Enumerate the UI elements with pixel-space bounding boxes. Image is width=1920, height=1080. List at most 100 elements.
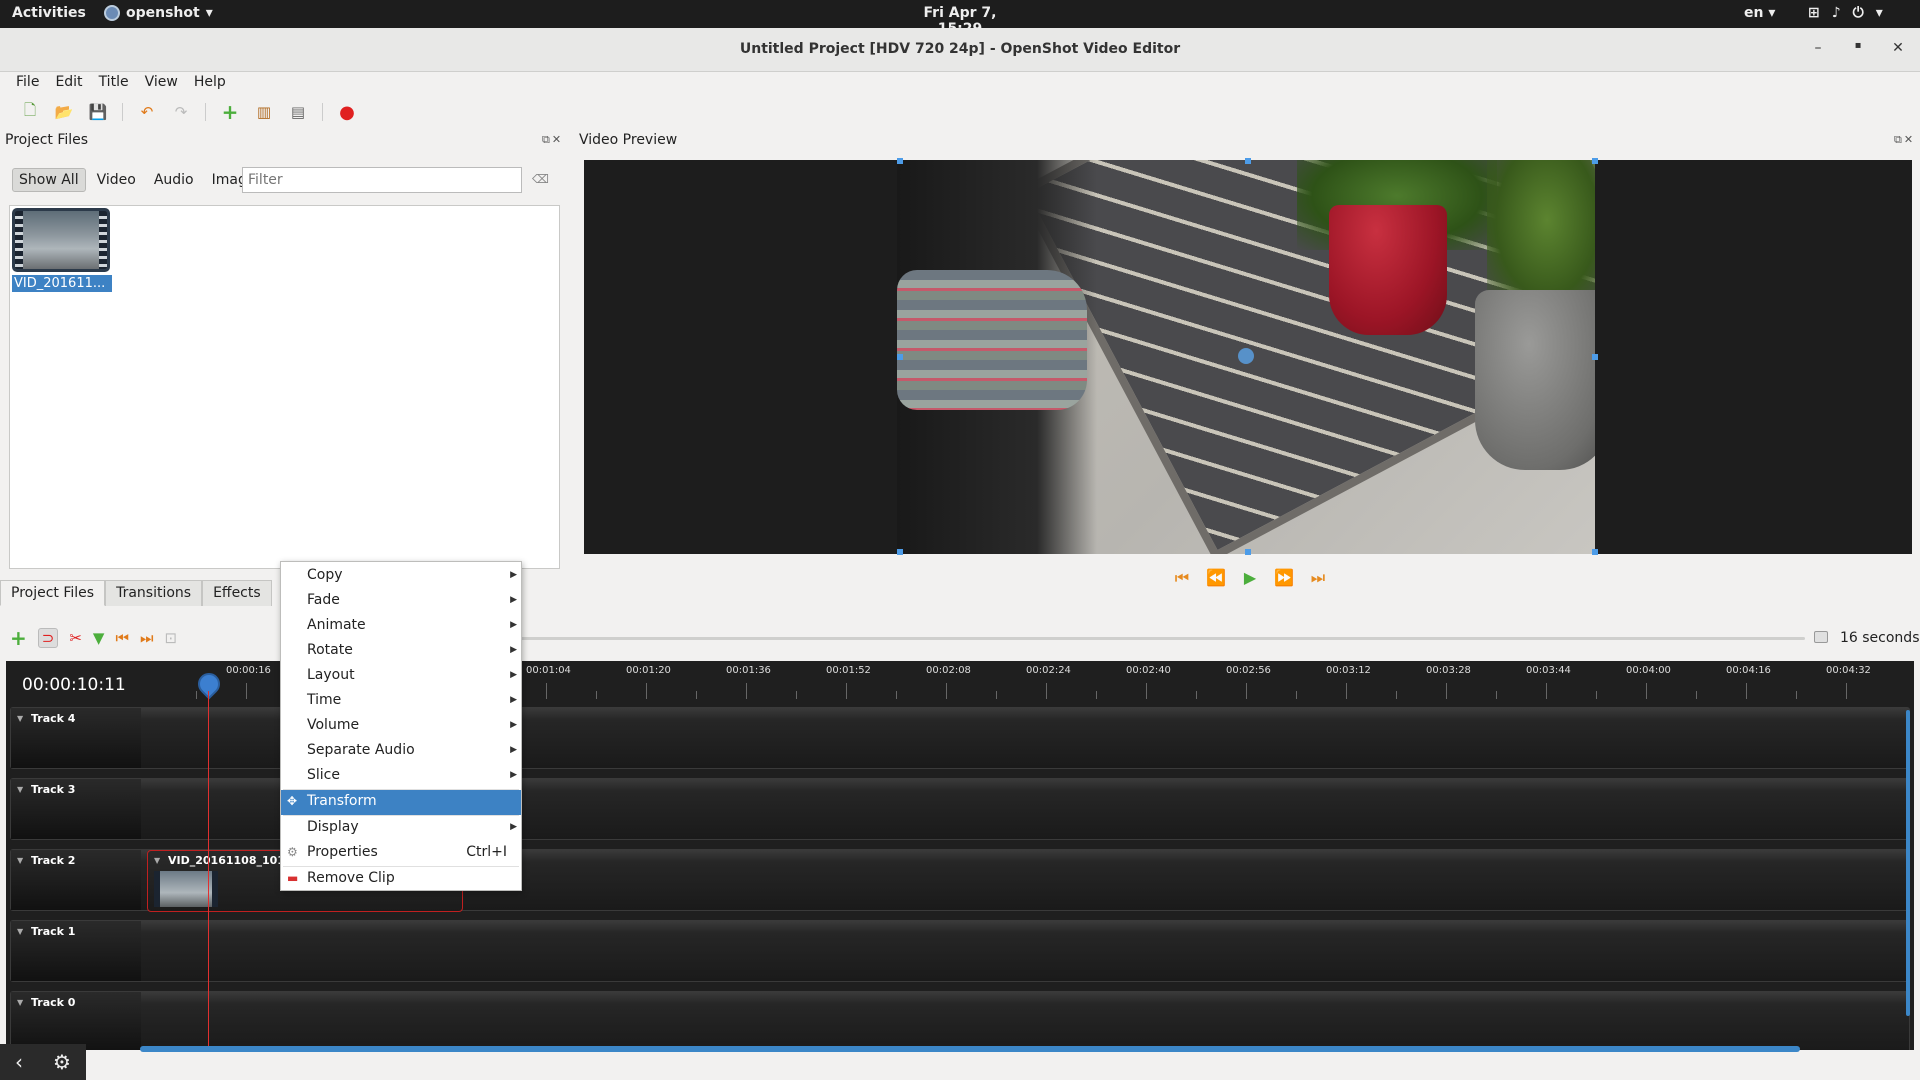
project-file-item[interactable]: VID_201611... xyxy=(12,208,112,292)
menu-item-fade[interactable]: Fade ▶ xyxy=(281,589,521,614)
tab-transitions[interactable]: Transitions xyxy=(105,580,203,606)
back-arrow-icon[interactable]: ‹ xyxy=(15,1050,23,1074)
open-project-icon[interactable]: 📂 xyxy=(54,102,74,122)
ruler-tick xyxy=(546,683,547,699)
close-button[interactable]: ✕ xyxy=(1888,40,1908,60)
play-icon[interactable]: ▶ xyxy=(1240,568,1260,588)
maximize-button[interactable]: ▪ xyxy=(1848,40,1868,60)
clear-filter-icon[interactable]: ⌫ xyxy=(532,172,549,186)
collapse-icon[interactable]: ▼ xyxy=(17,998,23,1007)
transform-center-handle[interactable] xyxy=(1238,348,1254,364)
snapping-icon[interactable]: ⊃ xyxy=(37,628,59,648)
menu-item-separate-audio[interactable]: Separate Audio ▶ xyxy=(281,739,521,764)
add-marker-icon[interactable]: ▼ xyxy=(93,629,105,647)
menu-item-time[interactable]: Time ▶ xyxy=(281,689,521,714)
tab-effects[interactable]: Effects xyxy=(202,580,272,606)
track-header[interactable]: ▼ Track 2 xyxy=(11,850,141,910)
track-header[interactable]: ▼ Track 0 xyxy=(11,992,141,1050)
menu-item-volume[interactable]: Volume ▶ xyxy=(281,714,521,739)
app-menu[interactable]: openshot ▾ xyxy=(104,5,213,21)
zoom-slider[interactable] xyxy=(520,637,1805,640)
transform-handle[interactable] xyxy=(897,158,903,164)
ruler-subtick xyxy=(1496,691,1497,699)
track-header[interactable]: ▼ Track 3 xyxy=(11,779,141,839)
transform-handle[interactable] xyxy=(1245,158,1251,164)
filter-input[interactable] xyxy=(242,167,522,193)
system-status-menu[interactable]: ⊞ ♪ ⏻ ▾ xyxy=(1808,5,1883,21)
menu-item-layout[interactable]: Layout ▶ xyxy=(281,664,521,689)
jump-to-end-icon[interactable]: ⏭ xyxy=(1308,568,1328,588)
project-files-list[interactable]: VID_201611... xyxy=(9,205,560,569)
import-files-icon[interactable]: + xyxy=(220,100,240,124)
fullscreen-icon[interactable]: ▤ xyxy=(288,102,308,122)
menu-title[interactable]: Title xyxy=(91,72,137,94)
menu-item-rotate[interactable]: Rotate ▶ xyxy=(281,639,521,664)
track-header[interactable]: ▼ Track 4 xyxy=(11,708,141,768)
collapse-icon[interactable]: ▼ xyxy=(17,856,23,865)
gear-icon[interactable]: ⚙ xyxy=(53,1050,71,1074)
razor-icon[interactable]: ✂ xyxy=(69,629,82,647)
center-timeline-icon[interactable]: ⊡ xyxy=(165,629,178,647)
rewind-icon[interactable]: ⏪ xyxy=(1206,568,1226,588)
menu-item-label: Remove Clip xyxy=(307,870,395,886)
collapse-icon[interactable]: ▼ xyxy=(17,927,23,936)
redo-icon[interactable]: ↷ xyxy=(171,102,191,122)
menu-file[interactable]: File xyxy=(8,72,47,94)
menu-item-remove-clip[interactable]: ▬ Remove Clip xyxy=(281,867,521,892)
filter-audio[interactable]: Audio xyxy=(147,168,201,192)
ruler-tick-label: 00:03:44 xyxy=(1526,665,1571,676)
transform-handle[interactable] xyxy=(1592,354,1598,360)
dock-float-close-icons[interactable]: ⧉✕ xyxy=(1894,133,1915,147)
add-track-icon[interactable]: + xyxy=(10,626,27,650)
menu-item-properties[interactable]: ⚙ Properties Ctrl+I xyxy=(281,841,521,866)
playhead-handle[interactable] xyxy=(193,668,225,700)
menu-view[interactable]: View xyxy=(137,72,186,94)
clip-menu-icon[interactable]: ▼ xyxy=(154,856,160,865)
ruler-subtick xyxy=(1596,691,1597,699)
activities-button[interactable]: Activities xyxy=(12,5,86,21)
jump-to-start-icon[interactable]: ⏮ xyxy=(1172,568,1192,588)
transform-handle[interactable] xyxy=(1592,549,1598,555)
minimize-button[interactable]: – xyxy=(1808,40,1828,60)
timeline-horizontal-scrollbar[interactable] xyxy=(140,1046,1800,1052)
transform-handle[interactable] xyxy=(897,354,903,360)
collapse-icon[interactable]: ▼ xyxy=(17,714,23,723)
track-name: Track 1 xyxy=(31,925,76,938)
menu-help[interactable]: Help xyxy=(186,72,234,94)
ruler-tick-label: 00:00:16 xyxy=(226,665,271,676)
profile-icon[interactable]: ▥ xyxy=(254,102,274,122)
undo-icon[interactable]: ↶ xyxy=(137,102,157,122)
previous-marker-icon[interactable]: ⏮ xyxy=(115,629,129,647)
track-name: Track 0 xyxy=(31,996,76,1009)
menu-item-transform[interactable]: ✥ Transform xyxy=(281,790,521,815)
menu-edit[interactable]: Edit xyxy=(47,72,90,94)
export-video-icon[interactable]: ● xyxy=(337,102,357,123)
menu-item-copy[interactable]: Copy ▶ xyxy=(281,564,521,589)
transform-handle[interactable] xyxy=(1245,549,1251,555)
menu-item-label: Volume xyxy=(307,717,360,733)
track-0[interactable]: ▼ Track 0 xyxy=(10,991,1910,1050)
filter-show-all[interactable]: Show All xyxy=(12,168,86,192)
video-content xyxy=(897,270,1087,410)
submenu-arrow-icon: ▶ xyxy=(510,595,517,605)
transform-handle[interactable] xyxy=(897,549,903,555)
filter-video[interactable]: Video xyxy=(90,168,143,192)
tab-project-files[interactable]: Project Files xyxy=(0,580,106,606)
remove-icon: ▬ xyxy=(287,871,299,885)
menu-item-animate[interactable]: Animate ▶ xyxy=(281,614,521,639)
track-1[interactable]: ▼ Track 1 xyxy=(10,920,1910,982)
timeline-vertical-scrollbar[interactable] xyxy=(1906,710,1910,1016)
fast-forward-icon[interactable]: ⏩ xyxy=(1274,568,1294,588)
menu-item-slice[interactable]: Slice ▶ xyxy=(281,764,521,789)
collapse-icon[interactable]: ▼ xyxy=(17,785,23,794)
menu-item-display[interactable]: Display ▶ xyxy=(281,816,521,841)
transform-handle[interactable] xyxy=(1592,158,1598,164)
language-label: en xyxy=(1744,5,1764,21)
language-indicator[interactable]: en ▾ xyxy=(1744,5,1775,21)
track-header[interactable]: ▼ Track 1 xyxy=(11,921,141,981)
new-project-icon[interactable]: 🗋 xyxy=(20,101,40,122)
dock-float-close-icons[interactable]: ⧉✕ xyxy=(542,133,563,147)
save-project-icon[interactable]: 💾 xyxy=(88,102,108,122)
menu-item-label: Properties xyxy=(307,844,378,860)
next-marker-icon[interactable]: ⏭ xyxy=(140,629,154,647)
